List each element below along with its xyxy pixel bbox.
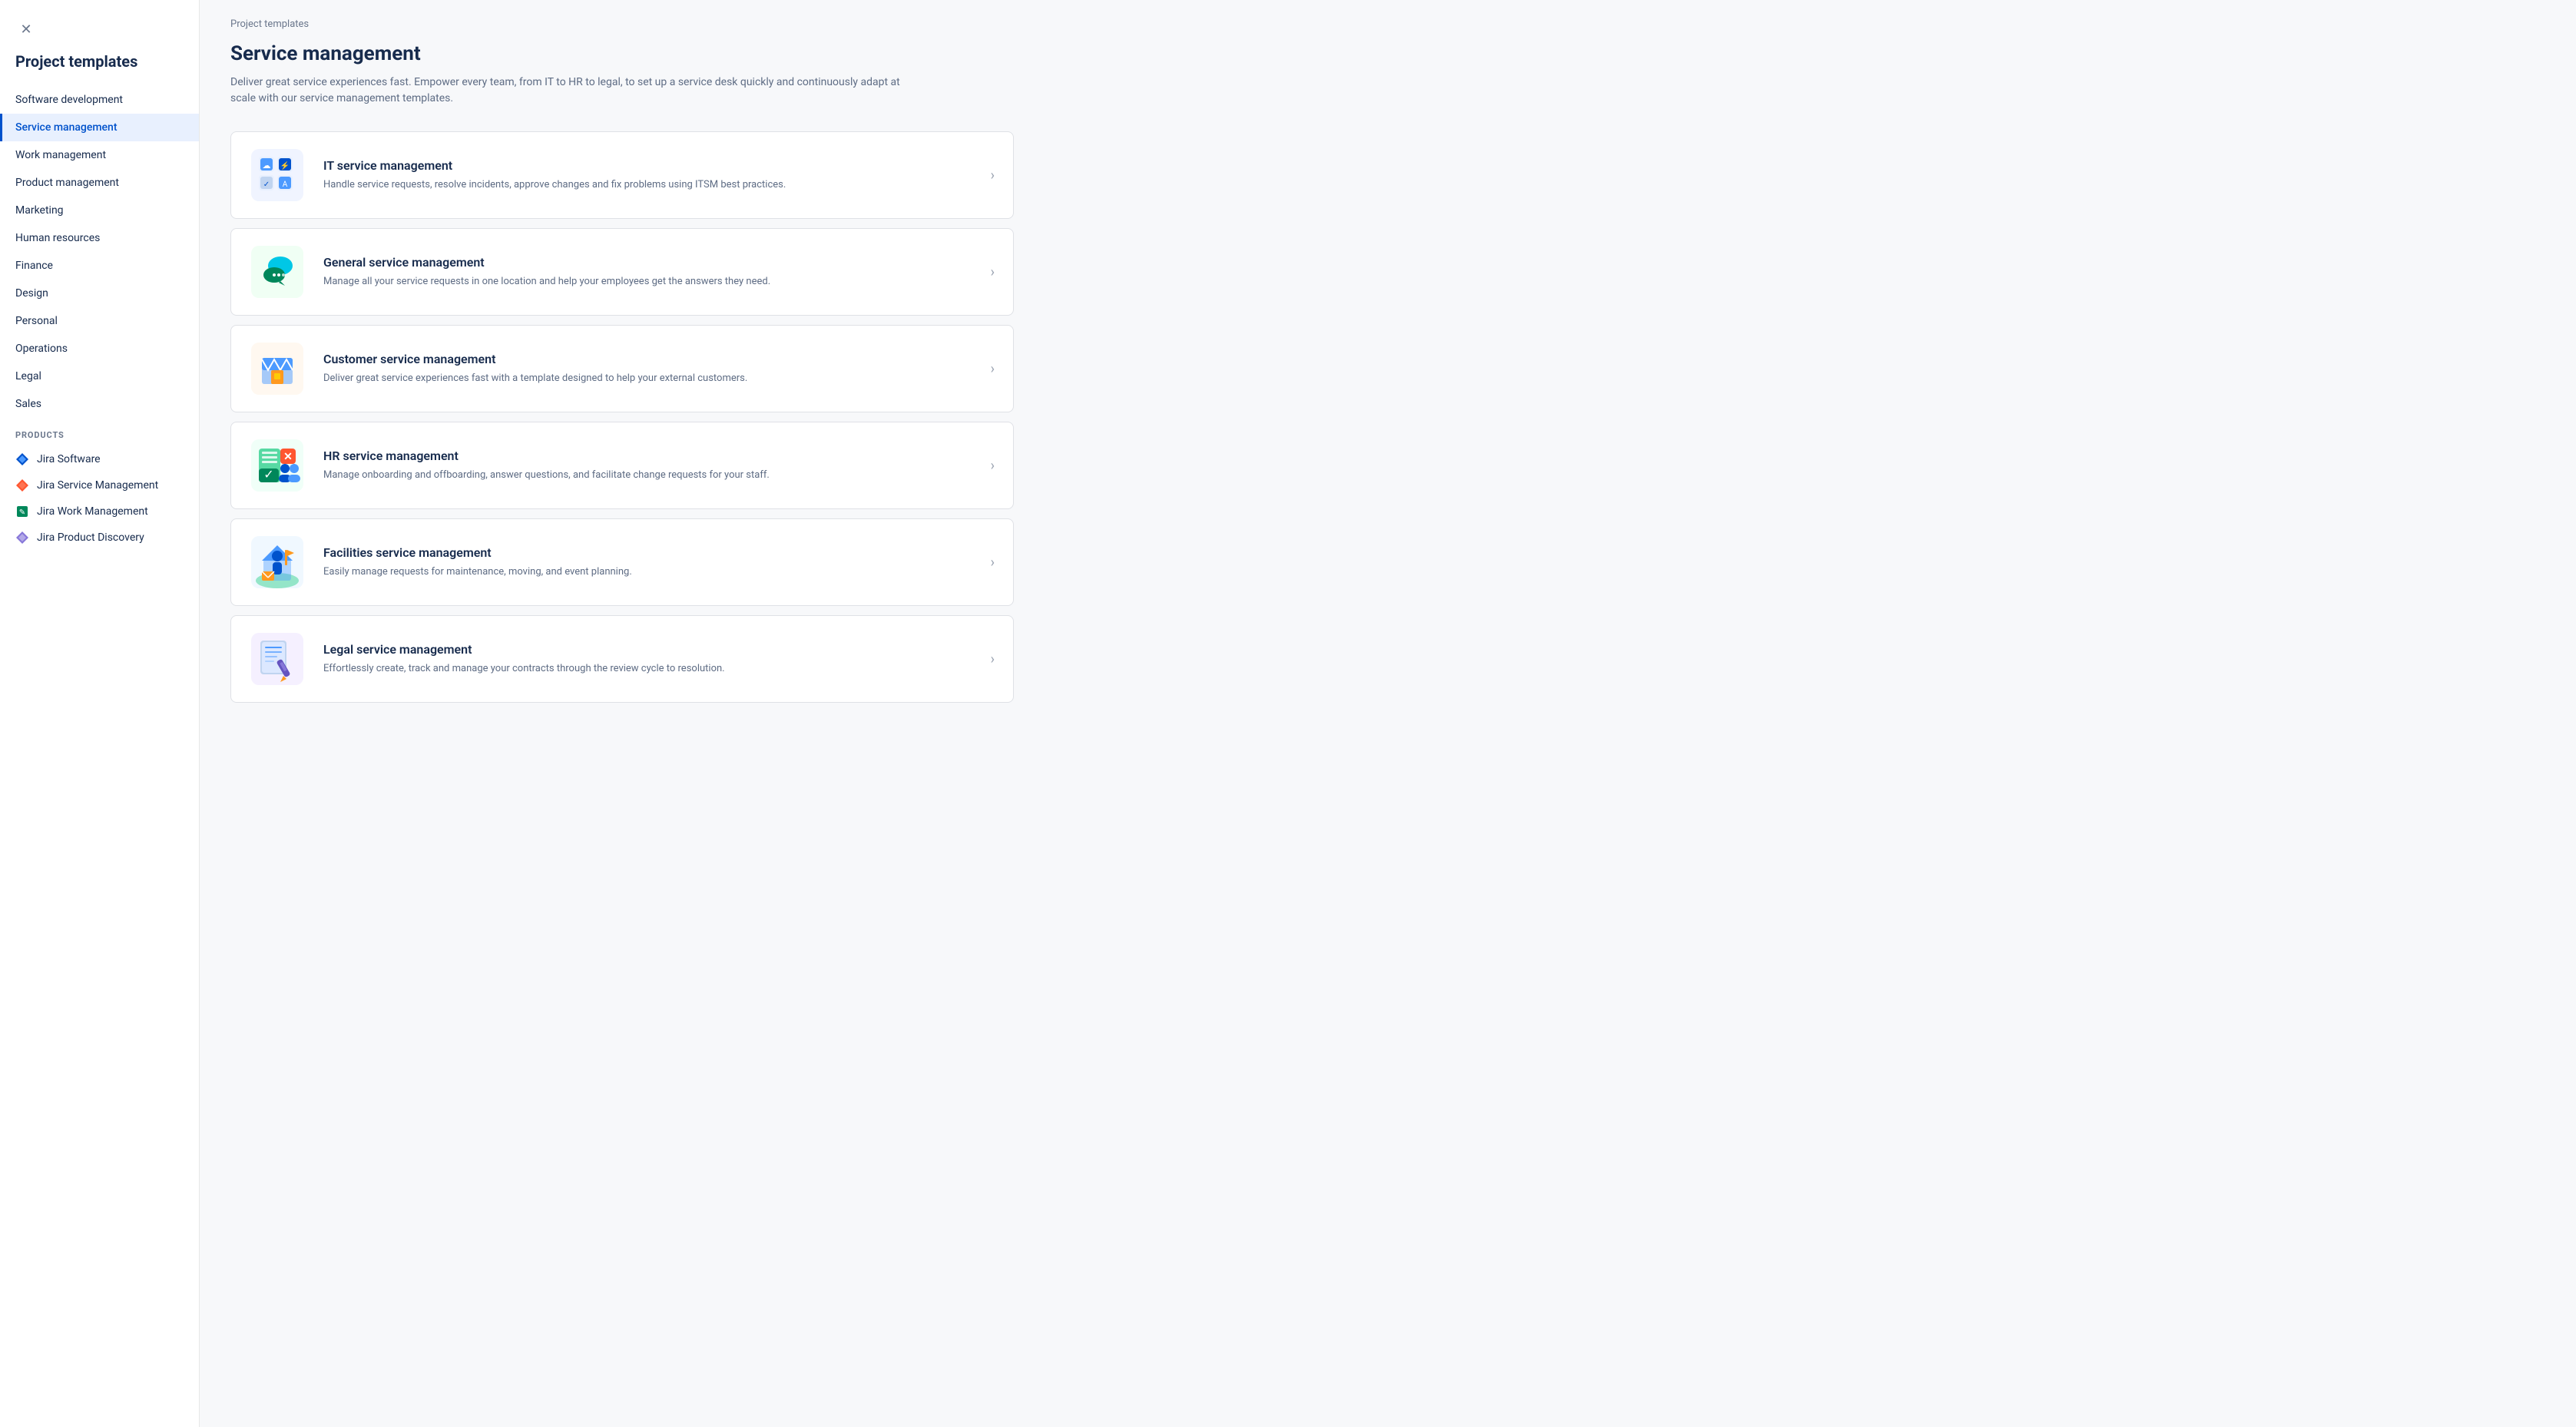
svg-text:✓: ✓: [263, 180, 270, 189]
svg-text:☁: ☁: [263, 161, 271, 171]
template-desc-facilities-service-management: Easily manage requests for maintenance, …: [323, 565, 861, 580]
product-item-jira-software[interactable]: Jira Software: [0, 446, 199, 472]
template-info-customer-service-management: Customer service management Deliver grea…: [323, 352, 978, 386]
sidebar-item-work-management[interactable]: Work management: [0, 141, 199, 169]
sidebar-item-design[interactable]: Design: [0, 280, 199, 307]
template-arrow-legal-service-management: ›: [991, 651, 995, 667]
template-name-general-service-management: General service management: [323, 255, 978, 270]
template-name-customer-service-management: Customer service management: [323, 352, 978, 366]
sidebar-item-finance[interactable]: Finance: [0, 252, 199, 280]
sidebar-item-personal[interactable]: Personal: [0, 307, 199, 335]
template-list: ☁ ⚡ ✓ A IT service management Handle ser…: [230, 131, 1014, 703]
template-arrow-customer-service-management: ›: [991, 361, 995, 377]
product-icon-jira-product-discovery: [15, 531, 29, 545]
svg-text:A: A: [283, 180, 288, 189]
template-icon-it-service-management: ☁ ⚡ ✓ A: [250, 147, 305, 203]
page-title: Service management: [230, 42, 1014, 65]
sidebar-item-operations[interactable]: Operations: [0, 335, 199, 363]
sidebar-item-human-resources[interactable]: Human resources: [0, 224, 199, 252]
template-info-facilities-service-management: Facilities service management Easily man…: [323, 545, 978, 580]
template-card-facilities-service-management[interactable]: Facilities service management Easily man…: [230, 518, 1014, 606]
template-card-it-service-management[interactable]: ☁ ⚡ ✓ A IT service management Handle ser…: [230, 131, 1014, 219]
page-description: Deliver great service experiences fast. …: [230, 74, 922, 107]
sidebar-close-section: ✕: [0, 15, 199, 52]
breadcrumb: Project templates: [230, 18, 1014, 30]
template-info-it-service-management: IT service management Handle service req…: [323, 158, 978, 193]
sidebar-item-sales[interactable]: Sales: [0, 390, 199, 418]
template-info-general-service-management: General service management Manage all yo…: [323, 255, 978, 290]
template-icon-customer-service-management: [250, 341, 305, 396]
sidebar-item-service-management[interactable]: Service management: [0, 114, 199, 141]
template-icon-hr-service-management: ✕ ✓: [250, 438, 305, 493]
template-name-legal-service-management: Legal service management: [323, 642, 978, 657]
svg-text:✓: ✓: [263, 467, 273, 482]
template-card-hr-service-management[interactable]: ✕ ✓ HR service management Manage onboard…: [230, 422, 1014, 509]
template-info-legal-service-management: Legal service management Effortlessly cr…: [323, 642, 978, 677]
sidebar-item-legal[interactable]: Legal: [0, 363, 199, 390]
sidebar-item-marketing[interactable]: Marketing: [0, 197, 199, 224]
template-card-general-service-management[interactable]: General service management Manage all yo…: [230, 228, 1014, 316]
template-arrow-general-service-management: ›: [991, 264, 995, 280]
template-icon-general-service-management: [250, 244, 305, 300]
sidebar-item-software-development[interactable]: Software development: [0, 86, 199, 114]
template-info-hr-service-management: HR service management Manage onboarding …: [323, 449, 978, 483]
close-button[interactable]: ✕: [15, 18, 37, 40]
products-section-label: PRODUCTS: [0, 418, 199, 446]
template-desc-it-service-management: Handle service requests, resolve inciden…: [323, 177, 861, 193]
product-icon-jira-service-management: [15, 478, 29, 492]
template-name-facilities-service-management: Facilities service management: [323, 545, 978, 560]
products-nav: Jira Software Jira Service Management ✎ …: [0, 446, 199, 551]
template-arrow-it-service-management: ›: [991, 167, 995, 184]
template-desc-legal-service-management: Effortlessly create, track and manage yo…: [323, 661, 861, 677]
svg-text:✎: ✎: [19, 508, 25, 517]
template-arrow-hr-service-management: ›: [991, 458, 995, 474]
template-name-it-service-management: IT service management: [323, 158, 978, 173]
svg-text:✕: ✕: [283, 451, 293, 463]
product-item-jira-product-discovery[interactable]: Jira Product Discovery: [0, 525, 199, 551]
template-desc-general-service-management: Manage all your service requests in one …: [323, 274, 861, 290]
close-icon: ✕: [20, 22, 31, 38]
template-card-customer-service-management[interactable]: Customer service management Deliver grea…: [230, 325, 1014, 412]
main-content: Project templates Service management Del…: [200, 0, 2576, 1427]
template-arrow-facilities-service-management: ›: [991, 555, 995, 571]
template-icon-facilities-service-management: [250, 535, 305, 590]
product-label-jira-product-discovery: Jira Product Discovery: [37, 531, 144, 544]
sidebar-nav: Software developmentService managementWo…: [0, 86, 199, 418]
product-item-jira-service-management[interactable]: Jira Service Management: [0, 472, 199, 498]
template-desc-hr-service-management: Manage onboarding and offboarding, answe…: [323, 468, 861, 483]
product-label-jira-software: Jira Software: [37, 453, 101, 465]
svg-text:⚡: ⚡: [280, 161, 290, 171]
sidebar-item-product-management[interactable]: Product management: [0, 169, 199, 197]
product-icon-jira-software: [15, 452, 29, 466]
product-label-jira-service-management: Jira Service Management: [37, 479, 158, 492]
template-card-legal-service-management[interactable]: Legal service management Effortlessly cr…: [230, 615, 1014, 703]
template-name-hr-service-management: HR service management: [323, 449, 978, 463]
sidebar: ✕ Project templates Software development…: [0, 0, 200, 1427]
template-icon-legal-service-management: [250, 631, 305, 687]
product-label-jira-work-management: Jira Work Management: [37, 505, 148, 518]
sidebar-title: Project templates: [0, 52, 199, 86]
product-item-jira-work-management[interactable]: ✎ Jira Work Management: [0, 498, 199, 525]
product-icon-jira-work-management: ✎: [15, 505, 29, 518]
template-desc-customer-service-management: Deliver great service experiences fast w…: [323, 371, 861, 386]
